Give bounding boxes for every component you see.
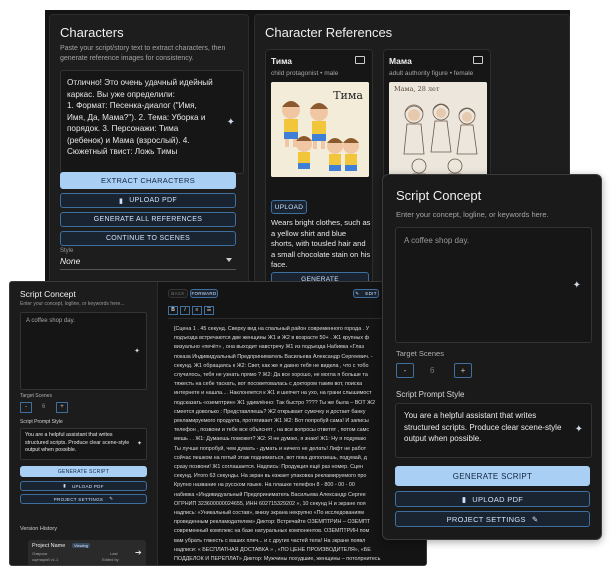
- plus-button[interactable]: +: [56, 402, 68, 413]
- prompt-style-input[interactable]: You are a helpful assistant that writes …: [395, 403, 592, 458]
- sparkle-icon[interactable]: ✦: [573, 280, 581, 291]
- concept-value-small: A coffee shop day.: [26, 318, 75, 324]
- scenes-value: 6: [42, 404, 46, 410]
- sparkle-icon[interactable]: ✦: [575, 424, 583, 435]
- concept-input[interactable]: A coffee shop day. ✦: [395, 227, 592, 343]
- concept-input-small[interactable]: A coffee shop day. ✦: [20, 312, 147, 390]
- bold-button[interactable]: B: [168, 306, 178, 315]
- script-line: ПОДДЕЛОК И ПЕРЕПЛАТ» Диктор: Мужчины пох…: [174, 556, 381, 563]
- scenes-stepper-small[interactable]: - 6 +: [20, 402, 80, 413]
- comment-icon[interactable]: [355, 56, 365, 64]
- extract-characters-button[interactable]: EXTRACT CHARACTERS: [60, 172, 236, 189]
- upload-pdf-button-small[interactable]: ▮ UPLOAD PDF: [20, 481, 147, 491]
- style-select[interactable]: Style None: [60, 248, 236, 270]
- file-icon: ▮: [63, 483, 66, 488]
- character-name: Мама: [389, 56, 412, 66]
- character-role: adult authority figure • female: [389, 70, 474, 77]
- pencil-icon: ✎: [109, 496, 114, 501]
- comment-icon[interactable]: [473, 56, 483, 64]
- characters-description: Paste your script/story text to extract …: [60, 45, 226, 62]
- sidebar-title: Script Concept: [20, 289, 76, 299]
- image-caption: Тима: [333, 89, 363, 102]
- prompt-style-input-small[interactable]: You are a helpful assistant that writes …: [20, 428, 147, 460]
- version-card[interactable]: Project Name Viewing Озвучка сценарий v1…: [28, 540, 146, 565]
- sparkle-icon[interactable]: ✦: [137, 440, 142, 447]
- generate-script-button[interactable]: GENERATE SCRIPT: [395, 466, 590, 486]
- popup-subtitle: Enter your concept, logline, or keywords…: [396, 210, 549, 219]
- scenes-value: 6: [430, 366, 435, 375]
- version-history-label: Version History: [20, 526, 57, 532]
- character-image-tima: Тима: [271, 82, 369, 177]
- project-settings-button-small[interactable]: PROJECT SETTINGS ✎: [20, 494, 147, 504]
- sparkle-icon[interactable]: ✦: [227, 117, 235, 128]
- dropdown-arrow-icon: [226, 258, 232, 262]
- script-window: Script Concept Enter your concept, logli…: [9, 281, 427, 566]
- version-last-label: Last: [110, 551, 118, 556]
- story-textarea[interactable]: Отлично! Это очень удачный идейный карка…: [60, 70, 244, 174]
- characters-panel: Characters Paste your script/story text …: [49, 14, 249, 284]
- list-button[interactable]: ≡: [192, 306, 202, 315]
- viewing-badge: Viewing: [72, 543, 90, 548]
- pencil-icon: ✎: [355, 290, 360, 296]
- sidebar-subtitle: Enter your concept, logline, or keywords…: [20, 301, 125, 307]
- character-name: Тима: [271, 56, 292, 66]
- prompt-style-value-small: You are a helpful assistant that writes …: [25, 432, 130, 453]
- style-label: Style: [60, 248, 74, 254]
- image-caption: Мама, 28 лет: [394, 85, 440, 93]
- upload-pdf-button[interactable]: ▮ UPLOAD PDF: [60, 193, 236, 208]
- generate-script-button-small[interactable]: GENERATE SCRIPT: [20, 466, 147, 477]
- scenes-label-small: Target Scenes: [20, 393, 52, 399]
- concept-value: A coffee shop day.: [404, 236, 470, 245]
- prompt-style-value: You are a helpful assistant that writes …: [404, 411, 562, 443]
- scenes-stepper[interactable]: - 6 +: [396, 363, 476, 379]
- forward-button[interactable]: FORWARD: [190, 289, 218, 298]
- continue-to-scenes-button[interactable]: CONTINUE TO SCENES: [60, 231, 236, 246]
- character-description: Wears bright clothes, such as a yellow s…: [271, 218, 371, 269]
- upload-pdf-button-popup[interactable]: ▮ UPLOAD PDF: [395, 491, 590, 507]
- numbered-list-button[interactable]: ☰: [204, 306, 214, 315]
- scenes-label: Target Scenes: [396, 349, 444, 358]
- minus-button[interactable]: -: [20, 402, 32, 413]
- concept-popup: Script Concept Enter your concept, logli…: [382, 174, 602, 540]
- format-toolbar: B I ≡ ☰: [168, 306, 214, 315]
- prompt-style-label: Script Prompt Style: [396, 390, 465, 399]
- character-role: child protagonist • male: [271, 70, 339, 77]
- arrow-right-icon[interactable]: ➔: [135, 548, 142, 557]
- file-icon: ▮: [119, 197, 124, 205]
- version-project-name: Project Name: [32, 543, 66, 549]
- version-line-3: сценарий v1.1: [32, 557, 59, 562]
- script-sidebar: Script Concept Enter your concept, logli…: [10, 282, 158, 565]
- prompt-style-label-small: Script Prompt Style: [20, 419, 63, 425]
- file-icon: ▮: [461, 494, 467, 504]
- plus-button[interactable]: +: [454, 363, 472, 378]
- popup-title: Script Concept: [396, 188, 482, 203]
- generate-all-references-button[interactable]: GENERATE ALL REFERENCES: [60, 212, 236, 227]
- back-button[interactable]: BACK: [168, 289, 188, 298]
- character-card-tima: Тима child protagonist • male Тима UPLOA…: [265, 49, 373, 289]
- sparkle-icon[interactable]: ✦: [134, 347, 140, 355]
- characters-title: Characters: [60, 25, 124, 40]
- version-line-2: Озвучка: [32, 551, 48, 556]
- character-card-mama: Мама adult authority figure • female Мам…: [383, 49, 491, 194]
- upload-reference-button[interactable]: UPLOAD: [271, 200, 307, 214]
- italic-button[interactable]: I: [180, 306, 190, 315]
- pencil-icon: ✎: [531, 514, 539, 524]
- edit-button[interactable]: ✎ EDIT: [353, 289, 379, 298]
- project-settings-button[interactable]: PROJECT SETTINGS ✎: [395, 511, 590, 527]
- style-value: None: [60, 256, 81, 266]
- references-title: Character References: [265, 25, 393, 40]
- script-line: надписи: « БЕСПЛАТНАЯ ДОСТАВКА » , «ПО Ц…: [174, 546, 371, 553]
- story-text: Отлично! Это очень удачный идейный карка…: [67, 78, 213, 156]
- minus-button[interactable]: -: [396, 363, 414, 378]
- version-edited-label: Edited by: [102, 557, 119, 562]
